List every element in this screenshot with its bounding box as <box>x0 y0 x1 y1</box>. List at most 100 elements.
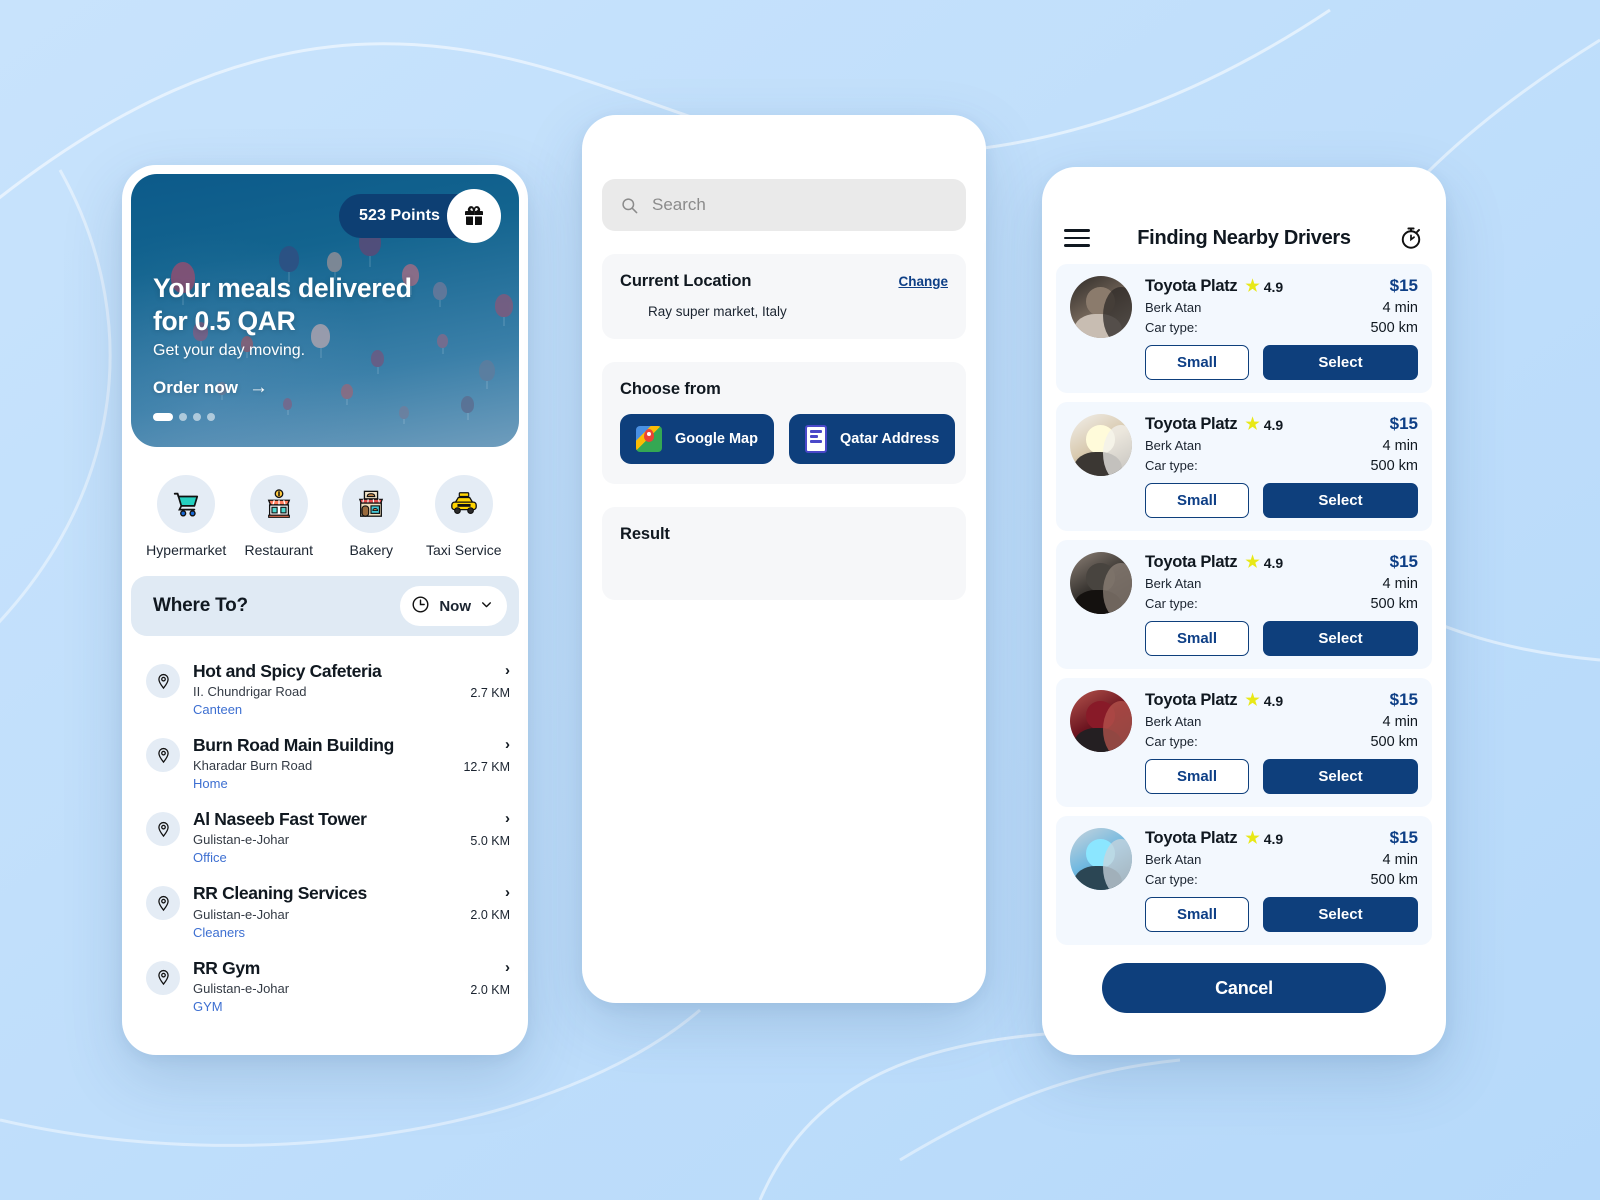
search-bar[interactable] <box>602 179 966 231</box>
category-label: Bakery <box>349 542 394 558</box>
points-label: 523 Points <box>359 207 441 224</box>
driver-card[interactable]: Toyota Platz ★ 4.9 $15 Berk Atan 4 min Car typ… <box>1056 678 1432 807</box>
category-label: Restaurant <box>244 542 313 558</box>
map-pin-icon <box>146 664 180 698</box>
driver-name: Berk Atan <box>1145 852 1202 867</box>
car-size-button[interactable]: Small <box>1145 621 1249 656</box>
select-driver-button[interactable]: Select <box>1263 897 1418 932</box>
chevron-right-icon[interactable]: › <box>470 811 510 826</box>
place-name: RR Cleaning Services <box>193 883 367 904</box>
driver-rating-value: 4.9 <box>1263 693 1284 709</box>
qatar-address-button[interactable]: Qatar Address <box>788 414 956 464</box>
driver-rating: ★ 4.9 <box>1245 416 1283 434</box>
search-input[interactable] <box>652 195 948 215</box>
star-icon: ★ <box>1245 416 1260 433</box>
place-list-item[interactable]: Al Naseeb Fast Tower Gulistan-e-Johar Offi… <box>134 800 520 874</box>
driver-card[interactable]: Toyota Platz ★ 4.9 $15 Berk Atan 4 min Car typ… <box>1056 402 1432 531</box>
chevron-right-icon[interactable]: › <box>470 960 510 975</box>
place-address: II. Chundrigar Road <box>193 684 307 700</box>
driver-avatar <box>1070 552 1132 614</box>
driver-rating: ★ 4.9 <box>1245 693 1284 710</box>
driver-eta: 4 min <box>1382 438 1418 454</box>
select-driver-button[interactable]: Select <box>1263 345 1418 380</box>
restaurant-icon <box>249 475 308 533</box>
place-distance: 5.0 KM <box>470 834 510 849</box>
google-map-button[interactable]: Google Map <box>620 414 774 464</box>
place-address: Gulistan-e-Johar <box>193 980 290 996</box>
time-selector-chip[interactable]: Now <box>400 586 507 626</box>
place-list-item[interactable]: RR Gym Gulistan-e-Johar GYM › 2.0 KM <box>134 949 520 1023</box>
cancel-button[interactable]: Cancel <box>1102 963 1386 1013</box>
chevron-right-icon[interactable]: › <box>470 663 510 678</box>
carousel-dots[interactable] <box>153 413 412 421</box>
place-list-item[interactable]: Hot and Spicy Cafeteria II. Chundrigar Ro… <box>134 652 520 726</box>
place-list-item[interactable]: Burn Road Main Building Kharadar Burn Roa… <box>134 726 520 800</box>
driver-name: Berk Atan <box>1145 438 1202 453</box>
select-driver-button[interactable]: Select <box>1263 483 1418 518</box>
map-pin-icon <box>146 812 180 847</box>
place-list-item[interactable]: RR Cleaning Services Gulistan-e-Johar Clea… <box>134 874 520 948</box>
page-title: Finding Nearby Drivers <box>1137 226 1351 249</box>
where-to-panel: Where To? Now <box>131 576 519 636</box>
driver-distance: 500 km <box>1370 458 1418 474</box>
chevron-right-icon[interactable]: › <box>470 885 510 900</box>
star-icon: ★ <box>1245 830 1260 847</box>
select-driver-button[interactable]: Select <box>1263 759 1418 794</box>
driver-eta: 4 min <box>1382 714 1418 730</box>
driver-card[interactable]: Toyota Platz ★ 4.9 $15 Berk Atan 4 min Car typ… <box>1056 540 1432 669</box>
chevron-right-icon[interactable]: › <box>463 737 510 752</box>
driver-card[interactable]: Toyota Platz ★ 4.9 $15 Berk Atan 4 min Car typ… <box>1056 816 1432 945</box>
car-size-button[interactable]: Small <box>1145 897 1249 932</box>
order-now-button[interactable]: Order now → <box>153 377 412 399</box>
select-driver-button[interactable]: Select <box>1263 621 1418 656</box>
driver-avatar <box>1070 414 1132 476</box>
driver-eta: 4 min <box>1382 576 1418 592</box>
promo-hero-banner[interactable]: 523 Points Your meals delivered for 0.5 … <box>131 174 519 447</box>
driver-car-type-label: Car type: <box>1145 734 1198 749</box>
hamburger-menu-icon[interactable] <box>1064 229 1090 247</box>
driver-price: $15 <box>1389 828 1418 847</box>
place-name: Al Naseeb Fast Tower <box>193 809 367 830</box>
category-item-hypermarket[interactable]: Hypermarket <box>142 475 230 558</box>
carousel-dot[interactable] <box>153 413 173 421</box>
place-tag[interactable]: GYM <box>193 999 457 1014</box>
hero-headline-line1: Your meals delivered <box>153 273 412 304</box>
driver-distance: 500 km <box>1370 596 1418 612</box>
driver-name: Berk Atan <box>1145 576 1202 591</box>
phone-screen-home: 523 Points Your meals delivered for 0.5 … <box>122 165 528 1055</box>
gift-icon[interactable] <box>447 189 501 243</box>
place-tag[interactable]: Canteen <box>193 702 457 717</box>
car-size-button[interactable]: Small <box>1145 483 1249 518</box>
place-address: Kharadar Burn Road <box>193 758 313 774</box>
current-location-title: Current Location <box>620 272 752 290</box>
carousel-dot[interactable] <box>193 413 201 421</box>
category-item-restaurant[interactable]: Restaurant <box>235 475 323 558</box>
chevron-down-icon <box>480 598 493 614</box>
carousel-dot[interactable] <box>179 413 187 421</box>
category-item-bakery[interactable]: Bakery <box>327 475 415 558</box>
driver-price: $15 <box>1389 276 1418 295</box>
driver-distance: 500 km <box>1370 872 1418 888</box>
driver-eta: 4 min <box>1382 300 1418 316</box>
driver-rating-value: 4.9 <box>1263 555 1284 571</box>
car-size-button[interactable]: Small <box>1145 345 1249 380</box>
car-size-button[interactable]: Small <box>1145 759 1249 794</box>
stopwatch-icon[interactable] <box>1398 225 1424 251</box>
current-location-card: Current Location Change Ray super market… <box>602 254 966 339</box>
carousel-dot[interactable] <box>207 413 215 421</box>
driver-distance: 500 km <box>1370 734 1418 750</box>
result-card: Result <box>602 507 966 600</box>
place-distance: 12.7 KM <box>463 760 510 775</box>
driver-list: Toyota Platz ★ 4.9 $15 Berk Atan 4 min Car typ… <box>1042 264 1446 945</box>
place-tag[interactable]: Home <box>193 776 450 791</box>
driver-card[interactable]: Toyota Platz ★ 4.9 $15 Berk Atan 4 min Car typ… <box>1056 264 1432 393</box>
category-label: Hypermarket <box>146 542 227 558</box>
driver-car-type-label: Car type: <box>1145 872 1198 887</box>
shopping-cart-icon <box>157 475 216 533</box>
place-tag[interactable]: Cleaners <box>193 925 457 940</box>
phone-screen-nearby-drivers: Finding Nearby Drivers Toyota Platz ★ 4.9 $… <box>1042 167 1446 1055</box>
change-location-link[interactable]: Change <box>898 274 948 289</box>
saved-places-list: Hot and Spicy Cafeteria II. Chundrigar Ro… <box>122 636 528 1023</box>
place-tag[interactable]: Office <box>193 850 457 865</box>
category-item-taxi[interactable]: Taxi Service <box>420 475 508 558</box>
